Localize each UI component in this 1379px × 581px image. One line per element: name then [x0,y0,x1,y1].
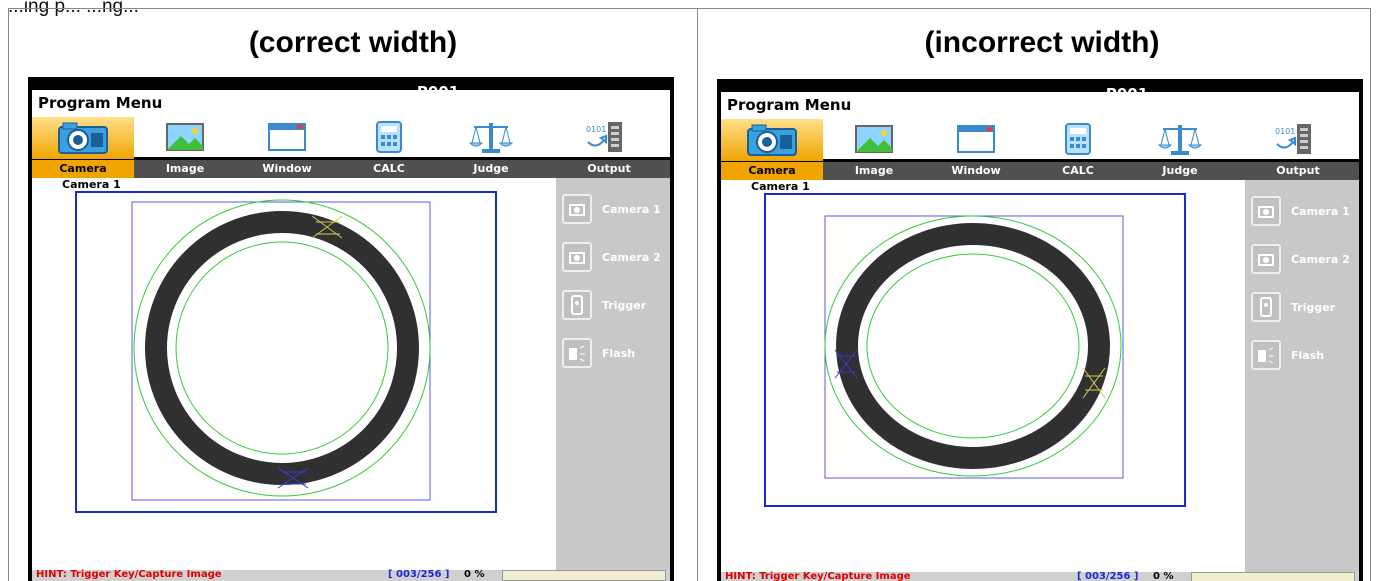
side-item-label: Trigger [602,298,647,312]
flash-icon [562,338,592,368]
side-camera-2[interactable]: Camera 2 [1251,242,1356,276]
hint-text: HINT: Trigger Key/Capture Image [36,569,222,580]
tab-calc[interactable]: CALC [1027,162,1129,180]
side-trigger[interactable]: Trigger [1251,290,1356,324]
camera-1-icon [562,194,592,224]
panel-incorrect-width: (incorrect width) P001 Program Menu [698,9,1379,581]
menu-title: Program Menu [38,94,163,112]
panel-heading: (correct width) [248,26,458,59]
inner-guide-circle [175,241,389,455]
panel-correct-width: (correct width) P001 Program Menu [9,9,697,581]
tab-camera[interactable]: Camera [32,160,134,178]
device-screen: P001 Program Menu [717,79,1363,581]
camera-icon [58,122,108,154]
image-icon [166,123,204,151]
menu-tab-row: Camera Image Window CALC Judge Output [721,162,1359,180]
tab-window[interactable]: Window [925,162,1027,180]
outer-guide-circle [824,215,1122,477]
camera-view[interactable]: Camera 1 [32,178,556,570]
flash-icon [1251,340,1281,370]
camera-menu-button[interactable] [32,117,134,159]
tab-judge[interactable]: Judge [1129,162,1231,180]
calculator-icon [376,121,402,153]
window-icon [957,125,995,153]
camera-source-panel: Camera 1 Camera 2 Trigger Flash [556,178,670,570]
side-camera-2[interactable]: Camera 2 [562,240,667,274]
side-item-label: Flash [602,346,636,360]
tab-calc[interactable]: CALC [338,160,440,178]
calc-menu-button[interactable] [1027,120,1129,158]
tab-camera[interactable]: Camera [721,162,823,180]
side-flash[interactable]: Flash [1251,338,1356,372]
captured-image [75,191,497,513]
output-menu-button[interactable]: 0101 [1231,120,1359,158]
progress-bar [502,570,666,581]
window-menu-button[interactable] [236,118,338,156]
tab-output[interactable]: Output [558,160,660,178]
camera-icon [747,124,797,156]
side-trigger[interactable]: Trigger [562,288,667,322]
panel-heading: (incorrect width) [924,26,1160,59]
side-item-label: Camera 2 [602,250,661,264]
side-item-label: Trigger [1291,300,1336,314]
window-menu-button[interactable] [925,120,1027,158]
side-camera-1[interactable]: Camera 1 [562,192,667,226]
camera-view[interactable]: Camera 1 [721,180,1245,572]
calculator-icon [1065,123,1091,155]
status-bar: HINT: Trigger Key/Capture Image [ 003/25… [32,569,670,581]
outer-guide-circle [133,199,431,497]
side-item-label: Camera 2 [1291,252,1350,266]
tab-output[interactable]: Output [1247,162,1349,180]
inner-roi [131,201,431,501]
balance-scale-icon [1157,125,1203,155]
side-flash[interactable]: Flash [562,336,667,370]
output-icon: 0101 [1275,124,1311,154]
camera-1-icon [1251,196,1281,226]
camera-menu-button[interactable] [721,119,823,161]
menu-title: Program Menu [727,96,852,114]
device-screen: P001 Program Menu [28,77,674,581]
tab-window[interactable]: Window [236,160,338,178]
camera-source-panel: Camera 1 Camera 2 Trigger Flash [1245,180,1359,572]
ring [145,211,419,485]
trigger-icon [1251,292,1281,322]
judge-menu-button[interactable] [1129,120,1231,158]
captured-image [764,193,1186,507]
progress-percent: 0 % [464,569,485,580]
ring [836,223,1110,469]
side-item-label: Camera 1 [1291,204,1350,218]
side-item-label: Camera 1 [602,202,661,216]
calc-menu-button[interactable] [338,118,440,156]
output-menu-button[interactable]: 0101 [542,118,670,156]
program-menu-header: Program Menu 0101 [32,90,670,159]
camera-2-icon [562,242,592,272]
image-icon [855,125,893,153]
window-icon [268,123,306,151]
judge-menu-button[interactable] [440,118,542,156]
inner-guide-circle [866,253,1080,439]
progress-bar [1191,572,1355,581]
tab-image[interactable]: Image [823,162,925,180]
output-icon: 0101 [586,122,622,152]
balance-scale-icon [468,123,514,153]
tab-image[interactable]: Image [134,160,236,178]
menu-tab-row: Camera Image Window CALC Judge Output [32,160,670,178]
image-menu-button[interactable] [134,118,236,156]
side-camera-1[interactable]: Camera 1 [1251,194,1356,228]
progress-percent: 0 % [1153,571,1174,581]
image-counter: [ 003/256 ] [1077,571,1139,581]
tab-judge[interactable]: Judge [440,160,542,178]
hint-text: HINT: Trigger Key/Capture Image [725,571,911,581]
image-menu-button[interactable] [823,120,925,158]
side-item-label: Flash [1291,348,1325,362]
image-counter: [ 003/256 ] [388,569,450,580]
trigger-icon [562,290,592,320]
svg-text:0101: 0101 [586,125,606,134]
svg-text:0101: 0101 [1275,127,1295,136]
camera-2-icon [1251,244,1281,274]
program-menu-header: Program Menu 0101 [721,92,1359,161]
status-bar: HINT: Trigger Key/Capture Image [ 003/25… [721,571,1359,581]
